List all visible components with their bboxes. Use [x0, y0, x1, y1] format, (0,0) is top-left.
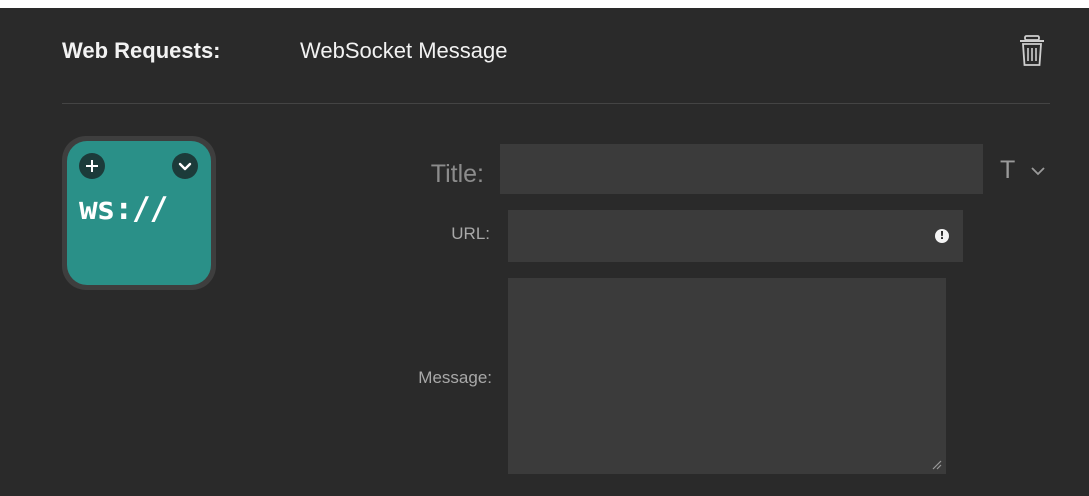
message-field[interactable] — [508, 278, 946, 474]
url-field[interactable] — [508, 210, 963, 262]
chevron-down-icon[interactable] — [172, 153, 198, 179]
action-icon[interactable]: ws:// — [62, 136, 216, 290]
url-label: URL: — [451, 224, 490, 243]
plus-icon[interactable] — [79, 153, 105, 179]
title-label: Title: — [430, 160, 484, 188]
action-editor-panel: Web Requests: WebSocket Message ws:// Ti… — [0, 8, 1089, 496]
title-type-picker[interactable]: T — [1000, 156, 1052, 184]
message-label: Message: — [418, 368, 492, 387]
title-field[interactable] — [500, 144, 983, 194]
text-type-icon: T — [1000, 156, 1016, 184]
action-name: WebSocket Message — [300, 38, 508, 63]
trash-icon[interactable] — [1019, 35, 1045, 67]
resize-grip-icon[interactable] — [930, 458, 942, 470]
header-divider — [62, 103, 1050, 104]
action-category: Web Requests: — [62, 38, 221, 63]
action-icon-tile: ws:// — [67, 141, 211, 285]
action-icon-label: ws:// — [79, 191, 168, 227]
chevron-down-icon — [1031, 167, 1045, 176]
warning-icon[interactable]: ! — [935, 229, 949, 243]
